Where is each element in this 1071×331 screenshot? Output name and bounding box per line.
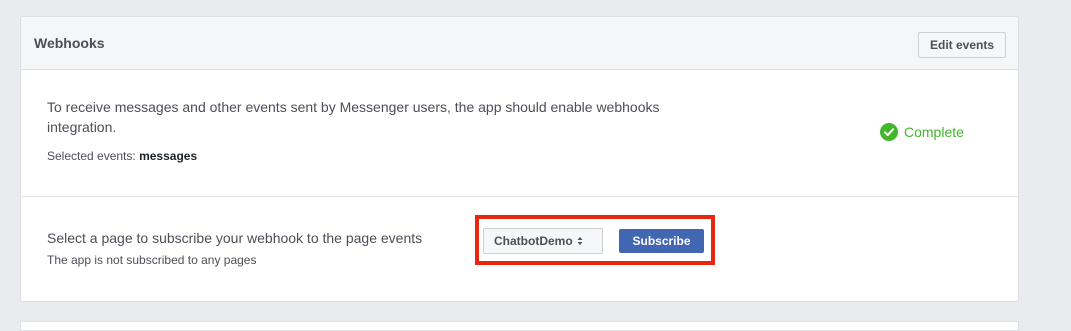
status-complete: Complete	[880, 122, 964, 142]
status-text: Complete	[904, 124, 964, 140]
selected-events: Selected events: messages	[47, 149, 197, 163]
page-select-value: ChatbotDemo	[494, 234, 573, 248]
edit-events-button[interactable]: Edit events	[918, 32, 1006, 58]
webhooks-panel: Webhooks Edit events To receive messages…	[20, 16, 1019, 302]
check-circle-icon	[880, 123, 898, 141]
subscription-status: The app is not subscribed to any pages	[47, 253, 257, 267]
subscribe-prompt: Select a page to subscribe your webhook …	[47, 230, 423, 246]
panel-title: Webhooks	[34, 35, 105, 51]
sort-arrows-icon	[577, 235, 583, 247]
selected-events-label: Selected events:	[47, 149, 136, 163]
subscription-section: Select a page to subscribe your webhook …	[21, 197, 1018, 301]
selected-events-value: messages	[139, 149, 198, 163]
next-panel-edge	[20, 321, 1019, 331]
page-select[interactable]: ChatbotDemo	[483, 228, 603, 254]
integration-section: To receive messages and other events sen…	[21, 70, 1018, 197]
subscribe-button[interactable]: Subscribe	[619, 229, 704, 253]
panel-header: Webhooks Edit events	[21, 17, 1018, 70]
integration-description: To receive messages and other events sen…	[47, 99, 660, 135]
